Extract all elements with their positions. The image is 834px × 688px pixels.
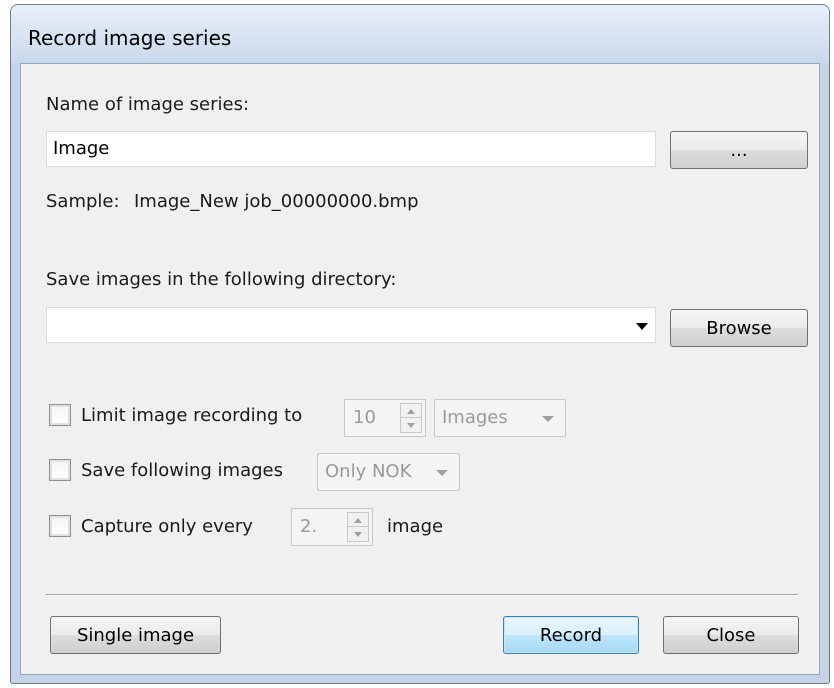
directory-browse-label: Browse bbox=[706, 317, 772, 339]
chevron-down-icon bbox=[542, 416, 554, 422]
dialog-client-area: Name of image series: Image ... Sample: … bbox=[20, 63, 820, 675]
sample-filename: Image_New job_00000000.bmp bbox=[134, 191, 419, 212]
chevron-down-icon bbox=[436, 470, 448, 476]
limit-recording-checkbox[interactable] bbox=[49, 404, 71, 426]
capture-every-suffix: image bbox=[387, 516, 444, 537]
capture-every-label: Capture only every bbox=[81, 516, 253, 537]
series-name-value: Image bbox=[53, 138, 110, 159]
spin-down-button[interactable] bbox=[348, 527, 368, 541]
arrow-down-icon bbox=[407, 423, 415, 428]
save-following-select[interactable]: Only NOK bbox=[317, 453, 460, 491]
dialog-title: Record image series bbox=[28, 26, 232, 50]
single-image-button[interactable]: Single image bbox=[50, 616, 221, 654]
limit-unit-select[interactable]: Images bbox=[434, 399, 566, 437]
series-name-input[interactable]: Image bbox=[46, 131, 656, 167]
limit-recording-label: Limit image recording to bbox=[81, 405, 303, 426]
save-following-checkbox[interactable] bbox=[49, 459, 71, 481]
spin-up-button[interactable] bbox=[401, 404, 421, 418]
directory-combobox[interactable] bbox=[46, 307, 656, 343]
limit-count-spinner[interactable]: 10 bbox=[344, 399, 426, 437]
series-name-browse-label: ... bbox=[730, 139, 748, 161]
save-following-value: Only NOK bbox=[325, 461, 412, 482]
directory-label: Save images in the following directory: bbox=[46, 269, 397, 290]
limit-count-value: 10 bbox=[353, 407, 376, 428]
save-following-label: Save following images bbox=[81, 460, 283, 481]
capture-every-checkbox[interactable] bbox=[49, 515, 71, 537]
close-label: Close bbox=[706, 624, 756, 646]
spin-down-button[interactable] bbox=[401, 418, 421, 432]
record-button[interactable]: Record bbox=[503, 616, 639, 654]
record-label: Record bbox=[539, 624, 603, 646]
limit-unit-value: Images bbox=[442, 407, 508, 428]
close-button[interactable]: Close bbox=[663, 616, 799, 654]
separator bbox=[46, 594, 798, 596]
single-image-label: Single image bbox=[76, 624, 195, 646]
record-image-series-dialog: Record image series Name of image series… bbox=[10, 4, 830, 684]
capture-interval-spinner[interactable]: 2. bbox=[291, 508, 373, 546]
series-name-browse-button[interactable]: ... bbox=[670, 131, 808, 169]
arrow-down-icon bbox=[354, 532, 362, 537]
arrow-up-icon bbox=[354, 518, 362, 523]
sample-prefix: Sample: bbox=[46, 191, 120, 212]
directory-browse-button[interactable]: Browse bbox=[670, 309, 808, 347]
title-bar[interactable]: Record image series bbox=[11, 5, 829, 63]
capture-interval-value: 2. bbox=[300, 516, 318, 537]
capture-interval-spin-buttons bbox=[347, 512, 369, 542]
dropdown-arrow-icon[interactable] bbox=[636, 323, 648, 330]
spin-up-button[interactable] bbox=[348, 513, 368, 527]
limit-count-spin-buttons bbox=[400, 403, 422, 433]
series-name-label: Name of image series: bbox=[46, 94, 250, 115]
arrow-up-icon bbox=[407, 409, 415, 414]
